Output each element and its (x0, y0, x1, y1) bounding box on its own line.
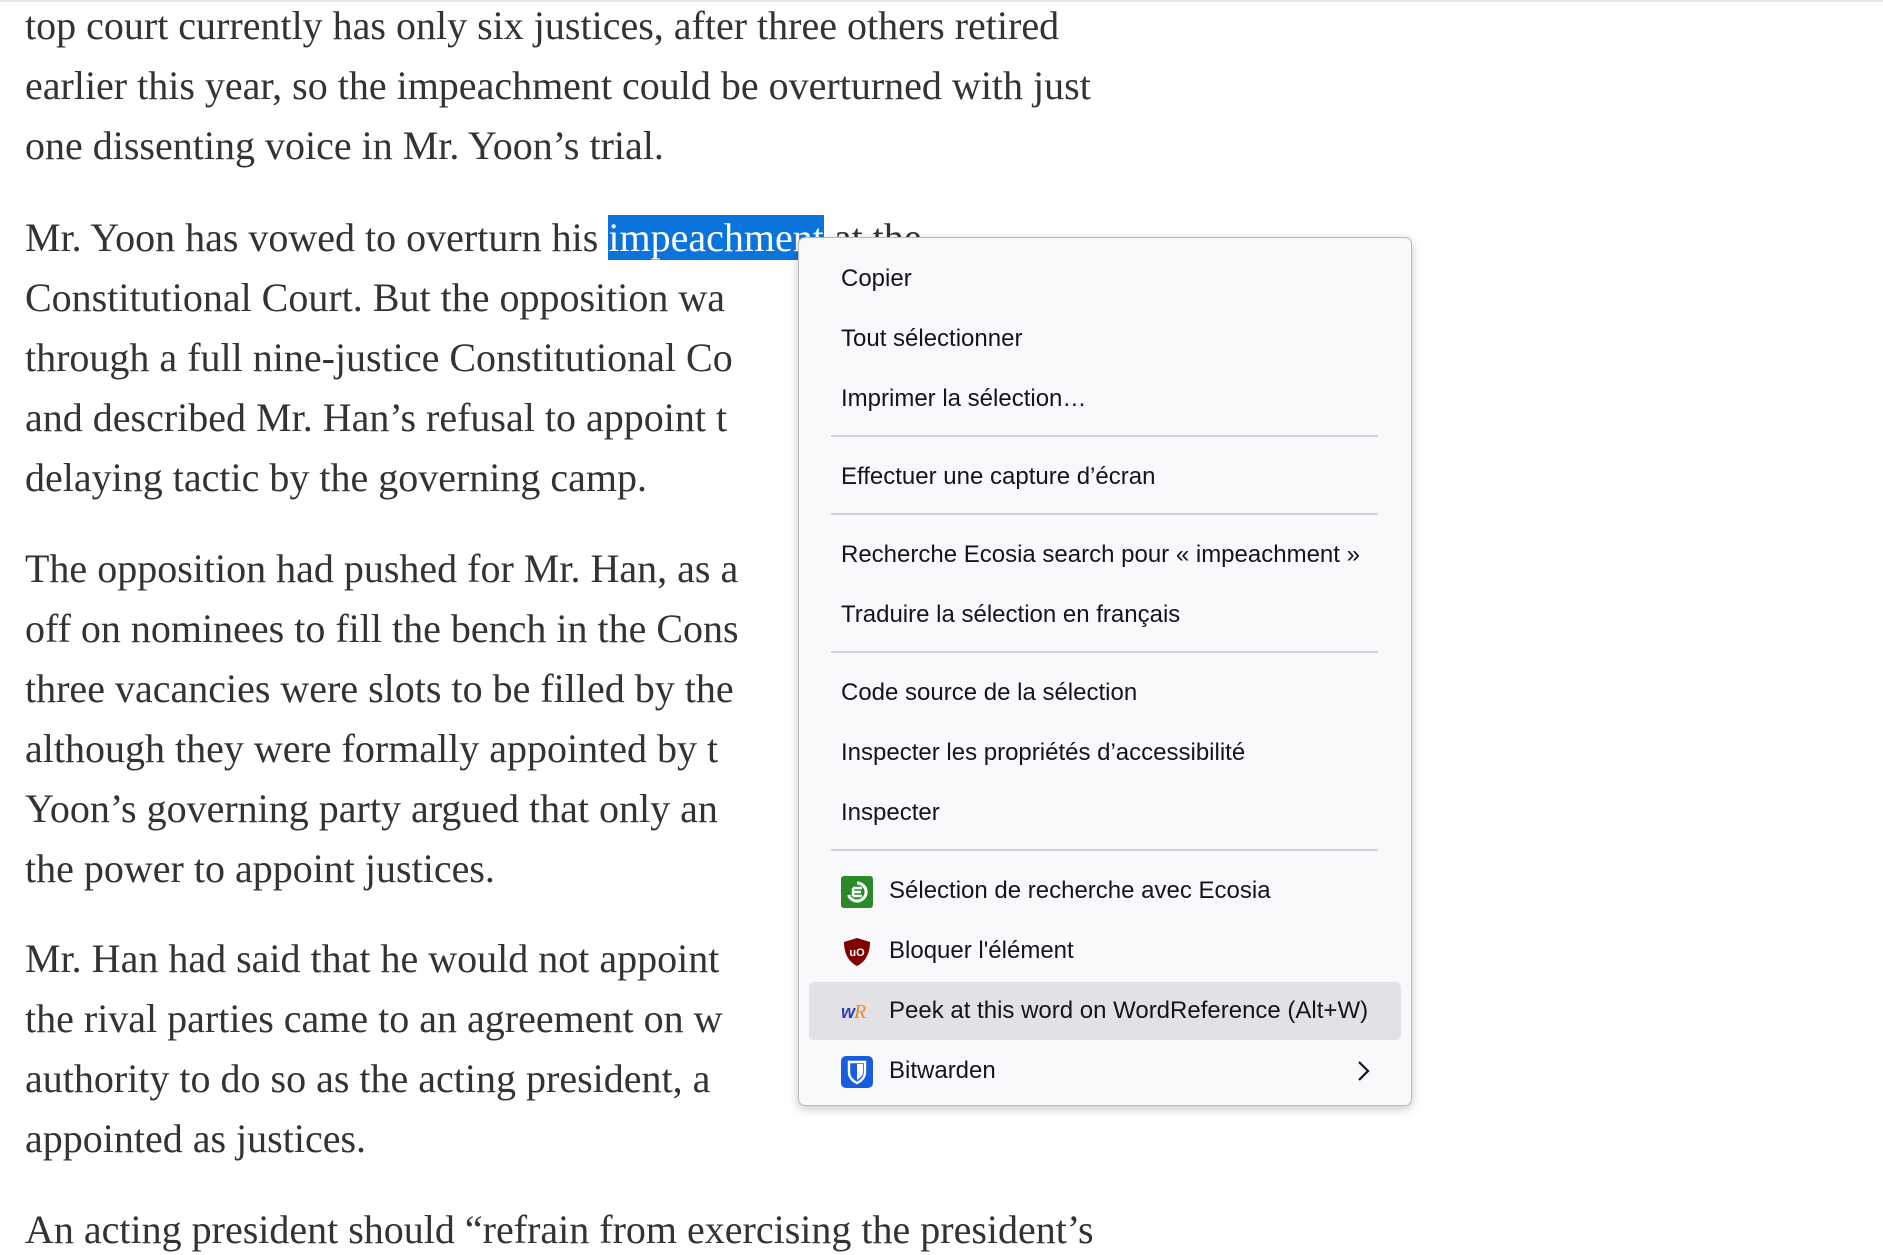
menu-item-label: Inspecter (841, 799, 940, 826)
article-line: appointed as justices. (25, 1116, 367, 1161)
menu-item-label: Traduire la sélection en français (841, 601, 1181, 628)
menu-item-label: Sélection de recherche avec Ecosia (889, 877, 1271, 904)
chevron-right-icon (1351, 1058, 1375, 1084)
menu-item-label: Peek at this word on WordReference (Alt+… (889, 997, 1369, 1024)
article-line: delaying tactic by the governing camp. (25, 455, 648, 500)
article-line: Constitutional Court. But the opposition… (25, 275, 725, 320)
selected-word[interactable]: impeachment (608, 215, 824, 260)
menu-item-label: Code source de la sélection (841, 679, 1138, 706)
menu-item-wordreference-peek[interactable]: w R Peek at this word on WordReference (… (809, 982, 1401, 1040)
context-menu: Copier Tout sélectionner Imprimer la sél… (798, 237, 1412, 1106)
menu-item-translate-selection[interactable]: Traduire la sélection en français (809, 586, 1401, 644)
wordreference-icon: w R (841, 996, 873, 1028)
menu-item-label: Imprimer la sélection… (841, 385, 1087, 412)
menu-separator (831, 513, 1378, 515)
article-line-with-selection: Mr. Yoon has vowed to overturn his impea… (25, 213, 922, 263)
article-line: An acting president should “refrain from… (25, 1207, 1094, 1252)
menu-item-label: Bloquer l'élément (889, 937, 1074, 964)
article-line: the power to appoint justices. (25, 846, 495, 891)
menu-item-select-all[interactable]: Tout sélectionner (809, 310, 1401, 368)
article-line: one dissenting voice in Mr. Yoon’s trial… (25, 123, 664, 168)
article-line: Mr. Han had said that he would not appoi… (25, 936, 720, 981)
menu-item-label: Inspecter les propriétés d’accessibilité (841, 739, 1246, 766)
article-line-text: Mr. Yoon has vowed to overturn his (25, 215, 609, 260)
article-line: authority to do so as the acting preside… (25, 1056, 711, 1101)
menu-item-bitwarden[interactable]: Bitwarden (809, 1042, 1401, 1100)
article-line: and described Mr. Han’s refusal to appoi… (25, 395, 728, 440)
menu-item-ecosia-search-selection[interactable]: Sélection de recherche avec Ecosia (809, 862, 1401, 920)
article-line: through a full nine-justice Constitution… (25, 335, 733, 380)
menu-item-block-element[interactable]: uO Bloquer l'élément (809, 922, 1401, 980)
menu-item-print-selection[interactable]: Imprimer la sélection… (809, 370, 1401, 428)
svg-text:uO: uO (849, 947, 865, 959)
menu-item-label: Recherche Ecosia search pour « impeachme… (841, 541, 1360, 568)
menu-item-label: Copier (841, 265, 912, 292)
menu-item-label: Bitwarden (889, 1057, 996, 1084)
menu-item-label: Effectuer une capture d’écran (841, 463, 1156, 490)
menu-separator (831, 849, 1378, 851)
article-line: top court currently has only six justice… (25, 3, 1060, 48)
menu-item-inspect-accessibility[interactable]: Inspecter les propriétés d’accessibilité (809, 724, 1401, 782)
menu-item-inspect[interactable]: Inspecter (809, 784, 1401, 842)
article-line: the rival parties came to an agreement o… (25, 996, 723, 1041)
ecosia-icon (841, 876, 873, 908)
menu-item-view-selection-source[interactable]: Code source de la sélection (809, 664, 1401, 722)
ublock-origin-icon: uO (841, 936, 873, 968)
article-line: Yoon’s governing party argued that only … (25, 786, 718, 831)
svg-text:R: R (853, 1001, 866, 1023)
article-line: three vacancies were slots to be filled … (25, 666, 734, 711)
article-line: off on nominees to fill the bench in the… (25, 606, 739, 651)
menu-separator (831, 651, 1378, 653)
menu-separator (831, 435, 1378, 437)
menu-item-copy[interactable]: Copier (809, 250, 1401, 308)
article-line: The opposition had pushed for Mr. Han, a… (25, 546, 739, 591)
menu-item-label: Tout sélectionner (841, 325, 1023, 352)
article-line: earlier this year, so the impeachment co… (25, 63, 1091, 108)
menu-item-search-ecosia[interactable]: Recherche Ecosia search pour « impeachme… (809, 526, 1401, 584)
bitwarden-shield-icon (841, 1056, 873, 1088)
menu-item-screenshot[interactable]: Effectuer une capture d’écran (809, 448, 1401, 506)
article-line: although they were formally appointed by… (25, 726, 719, 771)
